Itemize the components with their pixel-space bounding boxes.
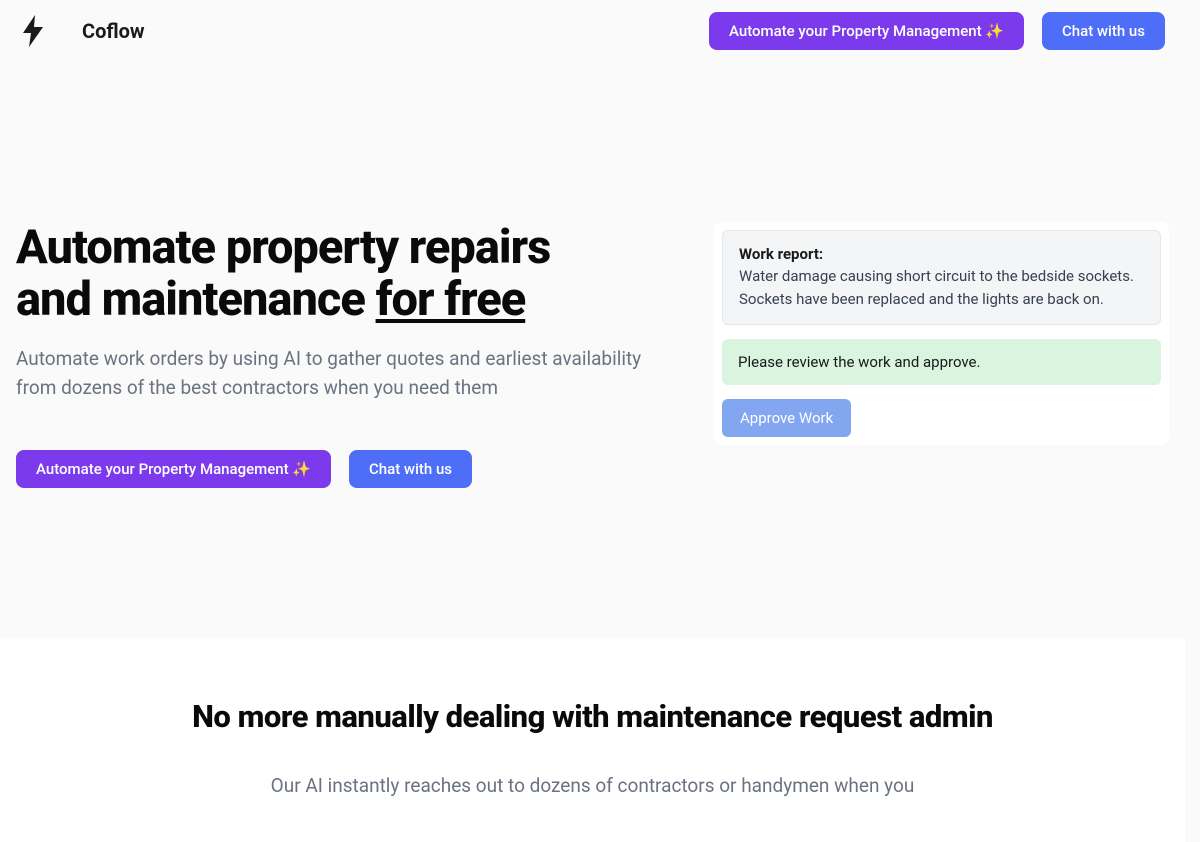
hero-buttons: Automate your Property Management ✨ Chat…: [16, 450, 654, 488]
review-text: Please review the work and approve.: [738, 353, 1145, 371]
brand-name: Coflow: [82, 19, 145, 43]
work-report-box: Work report: Water damage causing short …: [722, 230, 1161, 325]
hero-title-line2-prefix: and maintenance: [16, 272, 376, 327]
section-two-text: Our AI instantly reaches out to dozens o…: [213, 771, 973, 801]
automate-button[interactable]: Automate your Property Management ✨: [709, 12, 1024, 50]
lightning-icon: [20, 15, 46, 47]
hero-title-underline: for free: [376, 272, 526, 327]
work-report-text: Water damage causing short circuit to th…: [739, 265, 1144, 310]
section-two-title: No more manually dealing with maintenanc…: [20, 698, 1165, 735]
review-box: Please review the work and approve.: [722, 339, 1161, 385]
header-buttons: Automate your Property Management ✨ Chat…: [709, 12, 1165, 50]
hero-title: Automate property repairs and maintenanc…: [16, 222, 654, 325]
hero-left: Automate property repairs and maintenanc…: [16, 222, 654, 488]
hero-title-line1: Automate property repairs: [16, 220, 550, 275]
section-two: No more manually dealing with maintenanc…: [0, 638, 1185, 841]
hero-chat-button[interactable]: Chat with us: [349, 450, 472, 488]
hero-section: Automate property repairs and maintenanc…: [0, 62, 1185, 638]
work-report-label: Work report:: [739, 245, 1144, 263]
chat-button[interactable]: Chat with us: [1042, 12, 1165, 50]
work-widget: Work report: Water damage causing short …: [714, 222, 1169, 445]
approve-work-button[interactable]: Approve Work: [722, 399, 851, 437]
brand: Coflow: [20, 15, 145, 47]
header: Coflow Automate your Property Management…: [0, 0, 1185, 62]
hero-automate-button[interactable]: Automate your Property Management ✨: [16, 450, 331, 488]
hero-subtitle: Automate work orders by using AI to gath…: [16, 345, 654, 402]
